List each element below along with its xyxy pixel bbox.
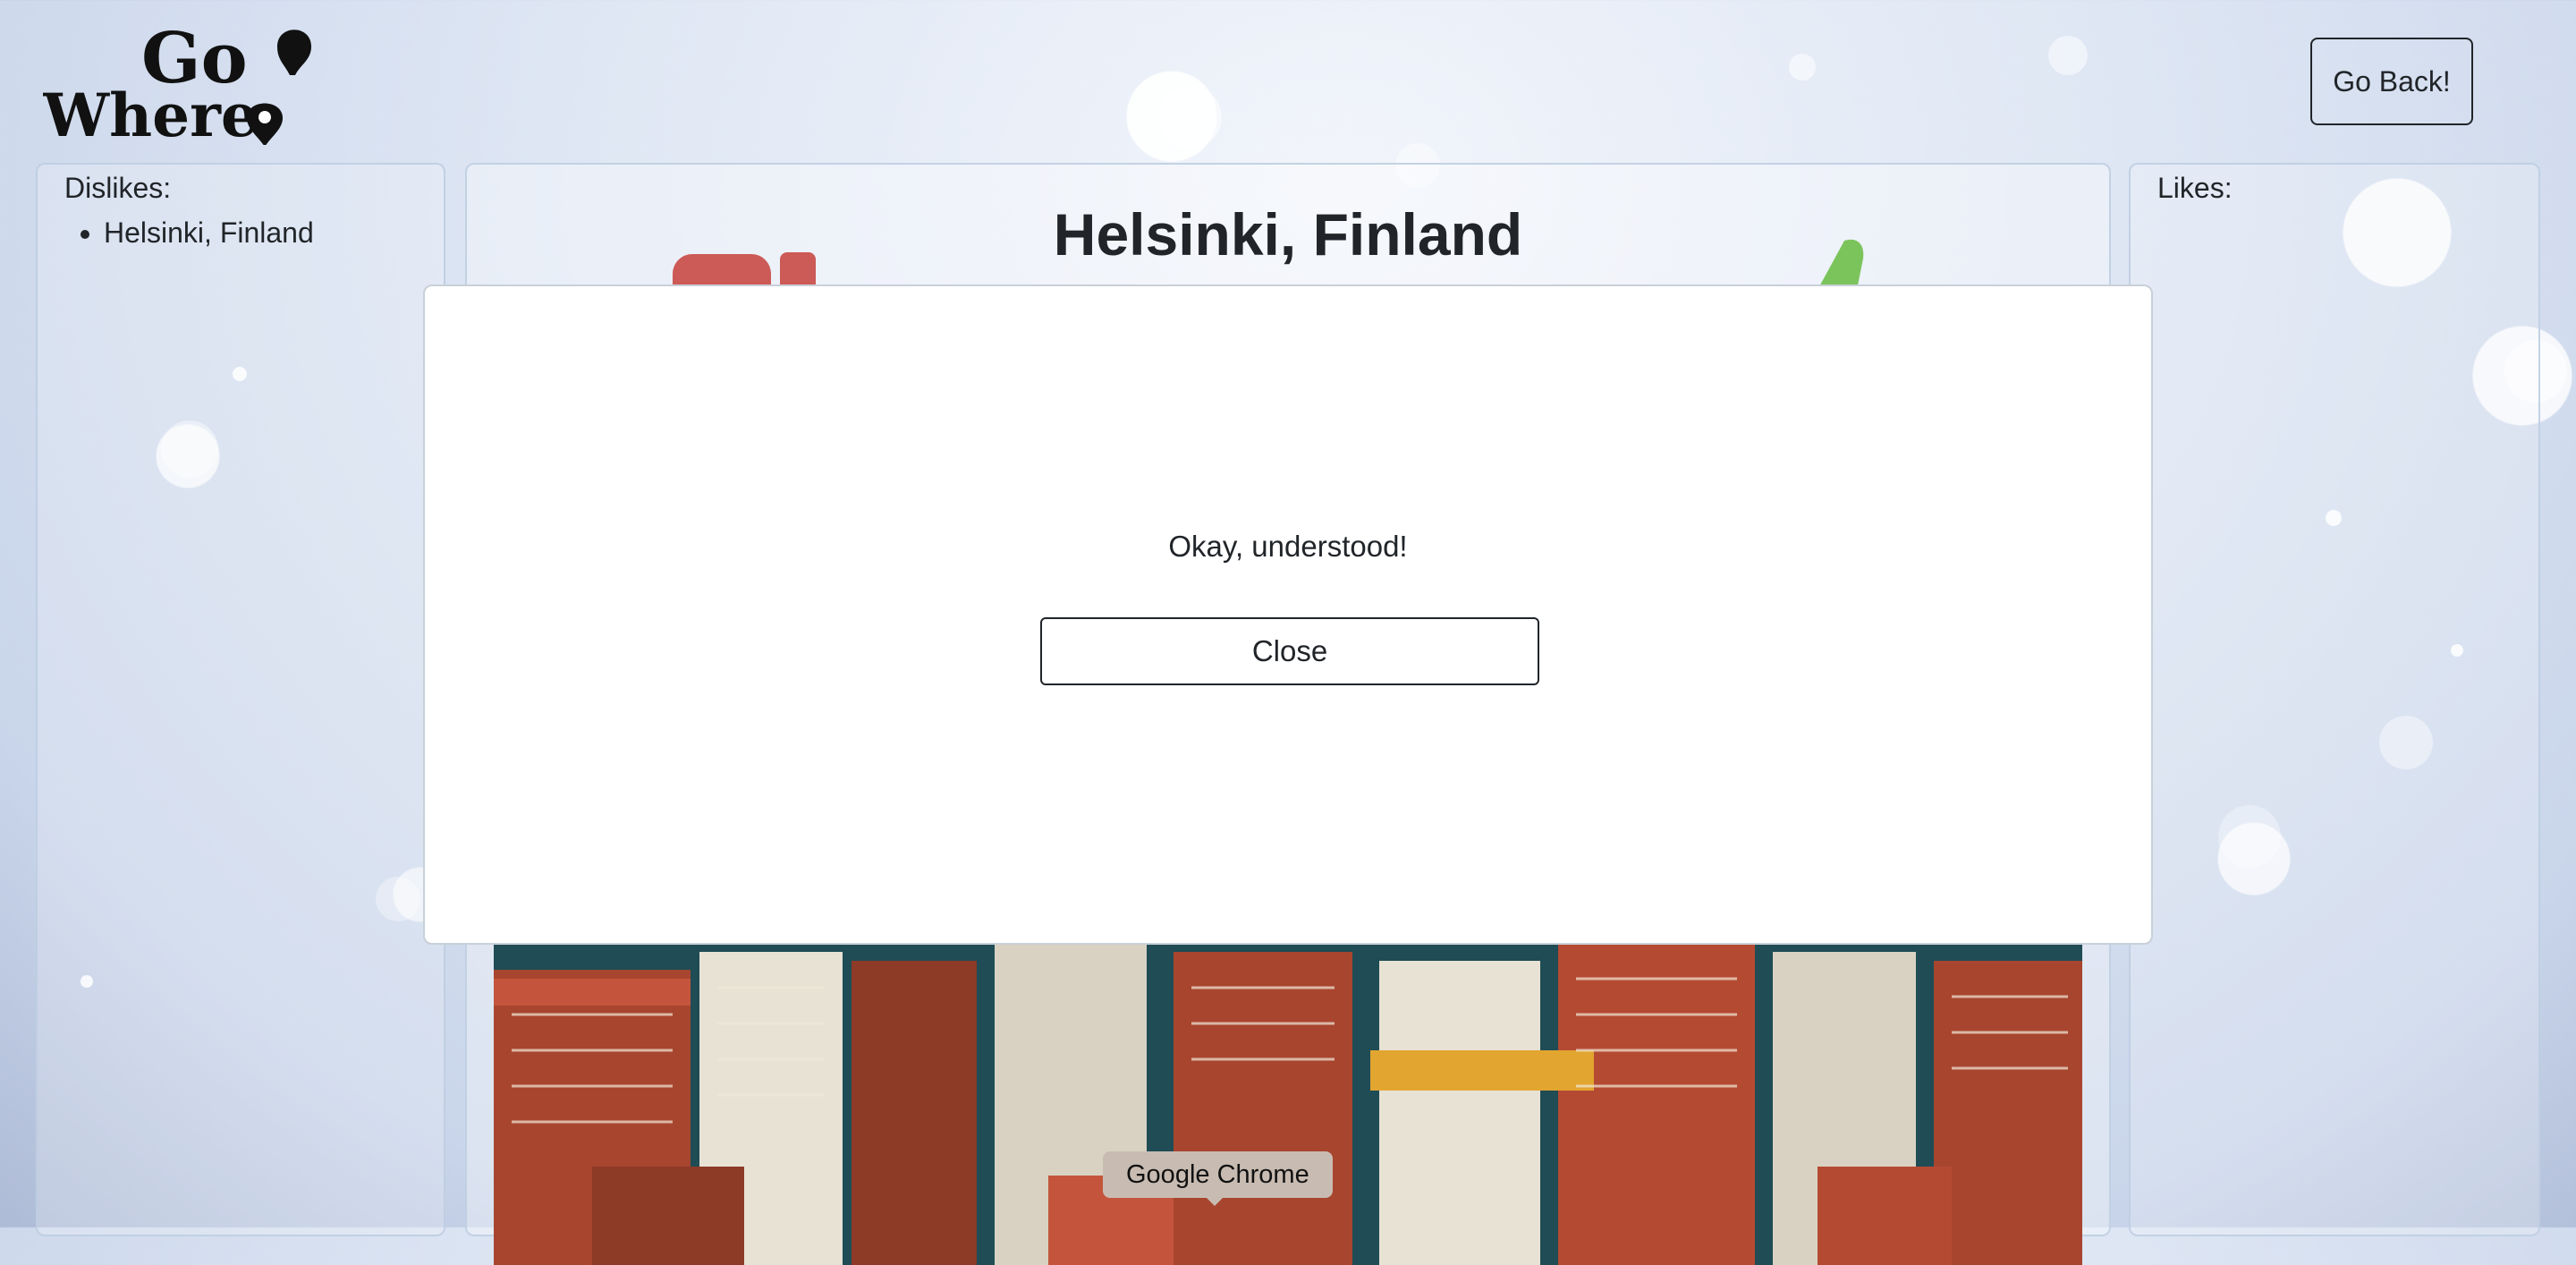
confirmation-modal: Okay, understood! Close [423, 284, 2153, 945]
logo-text-where: Where [43, 81, 258, 145]
browser-tooltip: Google Chrome [1103, 1151, 1333, 1198]
city-buildings [494, 934, 2082, 1265]
tooltip-arrow [1206, 1197, 1224, 1206]
go-back-button[interactable]: Go Back! [2310, 38, 2473, 125]
gowhere-logo[interactable]: Go Where [43, 20, 320, 145]
likes-title: Likes: [2157, 172, 2233, 204]
dislikes-panel: Dislikes: Helsinki, Finland [36, 163, 445, 1236]
dislike-item[interactable]: Helsinki, Finland [104, 211, 314, 254]
dislikes-title: Dislikes: [64, 172, 172, 204]
modal-message: Okay, understood! [1168, 530, 1408, 563]
likes-panel: Likes: [2129, 163, 2540, 1236]
dislikes-list: Helsinki, Finland [64, 211, 314, 254]
close-button[interactable]: Close [1040, 617, 1539, 685]
